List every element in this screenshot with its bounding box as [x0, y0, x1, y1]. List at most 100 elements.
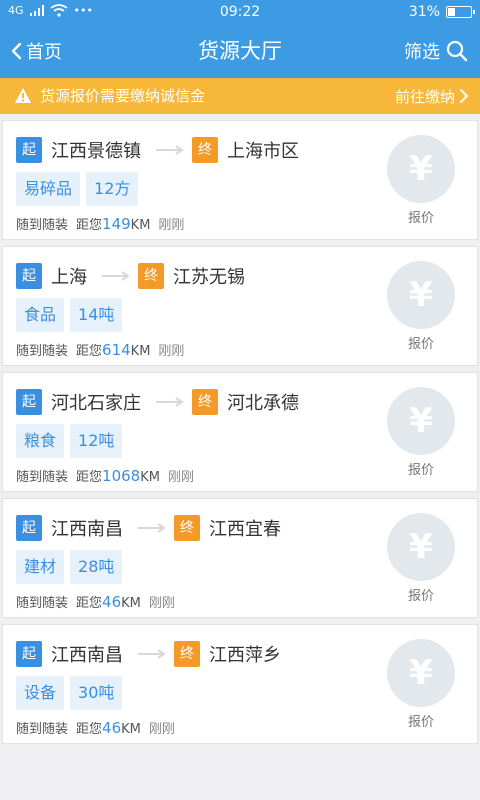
end-tag: 终: [192, 389, 218, 415]
cargo-type-tag: 粮食: [16, 424, 65, 458]
cargo-card[interactable]: 起 江西南昌 终 江西宜春 建材 28吨 随到随装 距您46KM 刚刚 ¥ 报价: [2, 498, 478, 618]
cargo-meta: 随到随装 距您614KM 刚刚: [16, 340, 184, 359]
start-tag: 起: [16, 263, 42, 289]
loading-mode: 随到随装: [16, 470, 69, 485]
distance-unit: KM: [130, 344, 151, 359]
origin-city: 江西南昌: [51, 645, 123, 666]
battery-icon: [446, 6, 475, 18]
distance-value: 614: [102, 341, 131, 359]
quote-button[interactable]: ¥: [387, 261, 455, 329]
cargo-tags: 建材 28吨: [16, 550, 123, 584]
cargo-amount-tag: 12方: [86, 172, 139, 206]
cargo-type-tag: 设备: [16, 676, 65, 710]
distance-unit: KM: [121, 596, 141, 611]
search-icon: [446, 40, 468, 62]
quote-label: 报价: [407, 589, 434, 604]
origin-city: 上海: [51, 267, 87, 288]
notice-text: 货源报价需要缴纳诚信金: [40, 87, 206, 105]
end-tag: 终: [174, 641, 200, 667]
start-tag: 起: [16, 389, 42, 415]
status-right: 31%: [408, 4, 475, 20]
destination-city: 江西宜春: [209, 519, 281, 540]
quote-button[interactable]: ¥: [387, 135, 455, 203]
cargo-amount-tag: 30吨: [70, 676, 123, 710]
end-tag: 终: [138, 263, 164, 289]
arrow-right-icon: [138, 649, 166, 659]
loading-mode: 随到随装: [16, 218, 69, 233]
destination-city: 江苏无锡: [173, 267, 245, 288]
quote-button[interactable]: ¥: [387, 387, 455, 455]
distance-unit: KM: [121, 722, 141, 737]
cargo-amount-tag: 12吨: [70, 424, 123, 458]
end-tag: 终: [192, 137, 218, 163]
cargo-meta: 随到随装 距您1068KM 刚刚: [16, 466, 194, 485]
arrow-right-icon: [156, 145, 184, 155]
battery-level: [448, 8, 455, 16]
post-time: 刚刚: [148, 722, 175, 737]
pay-deposit-label: 前往缴纳: [394, 87, 455, 106]
distance-value: 149: [102, 215, 131, 233]
pay-deposit-link[interactable]: 前往缴纳: [395, 78, 468, 114]
distance-prefix: 距您: [76, 218, 103, 233]
quote-label: 报价: [407, 211, 434, 226]
quote-label: 报价: [407, 463, 434, 478]
distance-prefix: 距您: [76, 722, 103, 737]
filter-label: 筛选: [404, 42, 440, 63]
post-time: 刚刚: [167, 470, 194, 485]
post-time: 刚刚: [148, 596, 175, 611]
cargo-tags: 食品 14吨: [16, 298, 123, 332]
battery-percent: 31%: [408, 4, 440, 20]
start-tag: 起: [16, 515, 42, 541]
distance-unit: KM: [130, 218, 151, 233]
arrow-right-icon: [156, 397, 184, 407]
distance-prefix: 距您: [76, 344, 103, 359]
cargo-type-tag: 建材: [16, 550, 65, 584]
route: 起 江西南昌 终 江西宜春: [16, 515, 290, 541]
cargo-card[interactable]: 起 上海 终 江苏无锡 食品 14吨 随到随装 距您614KM 刚刚 ¥ 报价: [2, 246, 478, 366]
quote-button[interactable]: ¥: [387, 639, 455, 707]
destination-city: 上海市区: [227, 141, 299, 162]
quote-button[interactable]: ¥: [387, 513, 455, 581]
loading-mode: 随到随装: [16, 722, 69, 737]
origin-city: 江西南昌: [51, 519, 123, 540]
route: 起 河北石家庄 终 河北承德: [16, 389, 308, 415]
arrow-right-icon: [102, 271, 130, 281]
distance-value: 46: [102, 593, 122, 611]
cargo-tags: 粮食 12吨: [16, 424, 123, 458]
post-time: 刚刚: [158, 218, 185, 233]
quote-label: 报价: [407, 715, 434, 730]
arrow-right-icon: [138, 523, 166, 533]
cargo-tags: 易碎品 12方: [16, 172, 139, 206]
route: 起 上海 终 江苏无锡: [16, 263, 254, 289]
filter-button[interactable]: 筛选: [404, 24, 468, 78]
route: 起 江西景德镇 终 上海市区: [16, 137, 308, 163]
cargo-list: 起 江西景德镇 终 上海市区 易碎品 12方 随到随装 距您149KM 刚刚 ¥ 报…: [0, 120, 480, 750]
cargo-meta: 随到随装 距您149KM 刚刚: [16, 214, 184, 233]
distance-value: 46: [102, 719, 122, 737]
post-time: 刚刚: [158, 344, 185, 359]
deposit-notice[interactable]: 货源报价需要缴纳诚信金 前往缴纳: [0, 78, 480, 114]
origin-city: 江西景德镇: [51, 141, 141, 162]
nav-bar: 首页 货源大厅 筛选: [0, 24, 480, 78]
end-tag: 终: [174, 515, 200, 541]
loading-mode: 随到随装: [16, 344, 69, 359]
cargo-card[interactable]: 起 江西景德镇 终 上海市区 易碎品 12方 随到随装 距您149KM 刚刚 ¥ 报…: [2, 120, 478, 240]
cargo-type-tag: 易碎品: [16, 172, 81, 206]
chevron-right-icon: [460, 89, 468, 103]
start-tag: 起: [16, 137, 42, 163]
cargo-amount-tag: 14吨: [70, 298, 123, 332]
cargo-card[interactable]: 起 江西南昌 终 江西萍乡 设备 30吨 随到随装 距您46KM 刚刚 ¥ 报价: [2, 624, 478, 744]
warning-icon: [15, 88, 31, 103]
status-bar: 4G ••• 09:22 31%: [0, 0, 480, 24]
cargo-meta: 随到随装 距您46KM 刚刚: [16, 592, 175, 611]
cargo-type-tag: 食品: [16, 298, 65, 332]
distance-prefix: 距您: [76, 470, 103, 485]
cargo-tags: 设备 30吨: [16, 676, 123, 710]
destination-city: 江西萍乡: [209, 645, 281, 666]
distance-value: 1068: [102, 467, 141, 485]
cargo-amount-tag: 28吨: [70, 550, 123, 584]
destination-city: 河北承德: [227, 393, 299, 414]
cargo-card[interactable]: 起 河北石家庄 终 河北承德 粮食 12吨 随到随装 距您1068KM 刚刚 ¥ 报…: [2, 372, 478, 492]
loading-mode: 随到随装: [16, 596, 69, 611]
distance-unit: KM: [140, 470, 160, 485]
